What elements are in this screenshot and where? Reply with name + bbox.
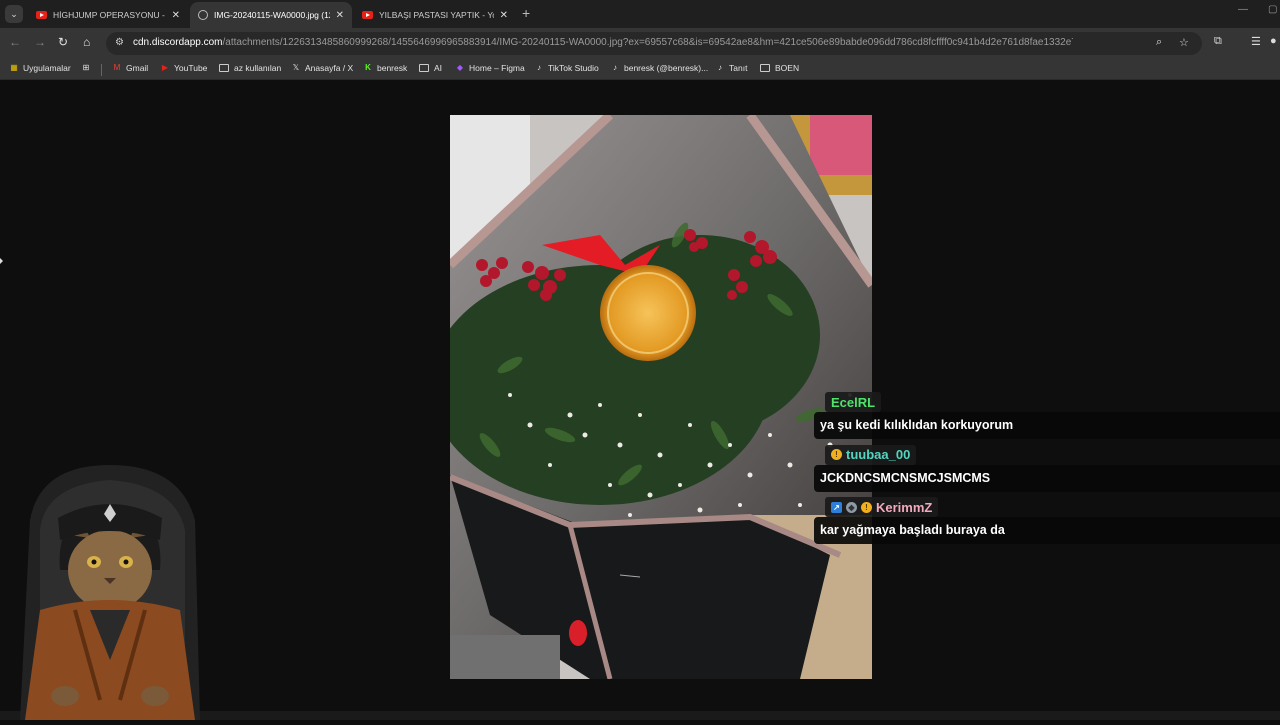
bookmark-label: az kullanılan: [234, 63, 282, 73]
folder-icon: [760, 64, 770, 72]
bookmark-az-kullanilan[interactable]: az kullanılan: [219, 63, 281, 73]
username-text: EcelRL: [831, 394, 876, 410]
tab-yilbasi[interactable]: YILBAŞI PASTASI YAPTIK - YouTube ✕: [354, 2, 516, 28]
close-icon[interactable]: ✕: [336, 10, 344, 21]
bookmarks-bar: ▦ Uygulamalar ⊞ M Gmail ▶ YouTube az kullan…: [0, 59, 1280, 80]
stream-chat-overlay: EcelRL ya şu kedi kılıklıdan korkuyorum …: [814, 392, 1280, 549]
tab-title: YILBAŞI PASTASI YAPTIK - YouTube: [379, 10, 494, 20]
reading-list-icon[interactable]: ☰: [1251, 35, 1261, 48]
tab-highjump[interactable]: HİGHJUMP OPERASYONU - Anıl ✕: [28, 2, 188, 28]
browser-toolbar: ← → ↻ ⌂ ⚙ cdn.discordapp.com/attachments…: [0, 28, 1280, 59]
bookmark-label: Gmail: [126, 63, 149, 73]
tab-title: IMG-20240115-WA0000.jpg (1280: [214, 10, 330, 20]
youtube-icon: ▶: [161, 63, 169, 72]
bookmark-benresk[interactable]: Kbenresk: [363, 63, 407, 73]
chat-username[interactable]: EcelRL: [825, 392, 882, 412]
tab-search-button[interactable]: ⌄: [5, 5, 23, 23]
bookmark-tiktok-studio[interactable]: ♪ TikTok Studio: [534, 63, 599, 73]
tab-strip: ⌄ HİGHJUMP OPERASYONU - Anıl ✕ IMG-20240…: [0, 0, 1280, 28]
bookmark-label: YouTube: [174, 63, 208, 73]
bookmark-label: benresk: [377, 63, 408, 73]
chat-message: EcelRL ya şu kedi kılıklıdan korkuyorum: [814, 392, 1280, 439]
gmail-icon: M: [113, 63, 121, 72]
home-icon[interactable]: ⌂: [83, 35, 90, 49]
bookmark-separator: [101, 64, 102, 76]
cat-character-image: [20, 465, 200, 720]
bookmark-youtube[interactable]: ▶ YouTube: [160, 63, 207, 73]
restore-icon[interactable]: ▢: [1268, 4, 1277, 15]
bookmark-figma[interactable]: ◆ Home – Figma: [455, 63, 525, 73]
bookmark-boen[interactable]: BOEN: [760, 63, 799, 73]
bouquet-photo[interactable]: [450, 115, 872, 679]
bookmark-label: Tanıt: [729, 63, 748, 73]
address-bar[interactable]: ⚙ cdn.discordapp.com/attachments/1226313…: [106, 32, 1202, 55]
moderator-badge-icon: ↗: [831, 501, 842, 513]
new-tab-button[interactable]: +: [522, 5, 530, 21]
folder-icon: [419, 64, 429, 72]
subscriber-badge-icon: !: [831, 449, 842, 460]
bookmark-label: benresk (@benresk)...: [624, 63, 709, 73]
chat-username[interactable]: ! tuubaa_00: [825, 444, 917, 465]
mouse-cursor-icon: [0, 258, 3, 264]
grid-icon: ⊞: [82, 63, 90, 72]
bookmark-apps[interactable]: ▦ Uygulamalar: [9, 63, 71, 73]
chat-text: JCKDNCSMCNSMCJSMCMS: [814, 464, 1280, 492]
x-icon: 𝕏: [292, 63, 300, 72]
subscriber-badge-icon: !: [861, 501, 872, 513]
tiktok-icon: ♪: [613, 63, 617, 72]
back-icon[interactable]: ←: [9, 35, 21, 49]
close-icon[interactable]: ✕: [172, 10, 180, 21]
tab-image[interactable]: IMG-20240115-WA0000.jpg (1280 ✕: [190, 2, 352, 28]
bookmark-label: Anasayfa / X: [305, 63, 354, 73]
zoom-icon[interactable]: ⌕: [1156, 36, 1162, 49]
chat-message: ↗ ◆! KerimmZ kar yağmaya başladı buraya da: [814, 497, 1280, 544]
tab-title: HİGHJUMP OPERASYONU - Anıl: [53, 10, 166, 20]
streamer-avatar: [0, 460, 220, 720]
extensions-icon[interactable]: ⧉: [1214, 35, 1222, 48]
url-text[interactable]: cdn.discordapp.com/attachments/122631348…: [133, 37, 1073, 48]
bookmark-gmail[interactable]: M Gmail: [112, 63, 149, 73]
youtube-icon: [36, 11, 47, 19]
url-path: /attachments/1226313485860999268/1455646…: [222, 37, 1074, 48]
username-text: KerimmZ: [876, 499, 933, 515]
tiktok-icon: ♪: [718, 63, 722, 72]
kick-icon: K: [365, 63, 371, 72]
profile-icon[interactable]: ●: [1270, 35, 1277, 47]
close-icon[interactable]: ✕: [500, 10, 508, 21]
youtube-icon: [362, 11, 373, 19]
apps-grid-icon: ▦: [10, 63, 18, 72]
gift-badge-icon: ◆: [846, 501, 857, 513]
minimize-icon[interactable]: —: [1238, 4, 1248, 15]
bookmark-label: Uygulamalar: [23, 63, 71, 73]
bookmark-label: TikTok Studio: [548, 63, 599, 73]
forward-icon[interactable]: →: [34, 35, 46, 49]
url-host: cdn.discordapp.com: [133, 37, 223, 48]
username-text: tuubaa_00: [846, 447, 911, 462]
site-settings-icon[interactable]: ⚙: [115, 37, 124, 48]
bookmark-tiktok-benresk[interactable]: ♪ benresk (@benresk)...: [610, 63, 708, 73]
figma-icon: ◆: [456, 63, 464, 72]
folder-icon: [219, 64, 229, 72]
star-icon[interactable]: ☆: [1179, 36, 1189, 49]
bouquet-image: [450, 115, 872, 679]
chat-text: ya şu kedi kılıklıdan korkuyorum: [814, 412, 1280, 439]
tiktok-icon: ♪: [537, 63, 541, 72]
bookmark-tanit[interactable]: ♪ Tanıt: [715, 63, 747, 73]
chat-text: kar yağmaya başladı buraya da: [814, 517, 1280, 544]
bookmark-label: Home – Figma: [469, 63, 525, 73]
bookmark-x[interactable]: 𝕏 Anasayfa / X: [291, 63, 353, 73]
bookmark-ai[interactable]: AI: [419, 63, 442, 73]
bookmark-label: BOEN: [775, 63, 800, 73]
bookmark-label: AI: [434, 63, 443, 73]
chat-message: ! tuubaa_00 JCKDNCSMCNSMCJSMCMS: [814, 444, 1280, 492]
globe-icon: [198, 10, 208, 20]
reload-icon[interactable]: ↻: [58, 35, 68, 49]
bookmark-grid[interactable]: ⊞: [81, 63, 95, 73]
chat-username[interactable]: ↗ ◆! KerimmZ: [825, 497, 939, 517]
